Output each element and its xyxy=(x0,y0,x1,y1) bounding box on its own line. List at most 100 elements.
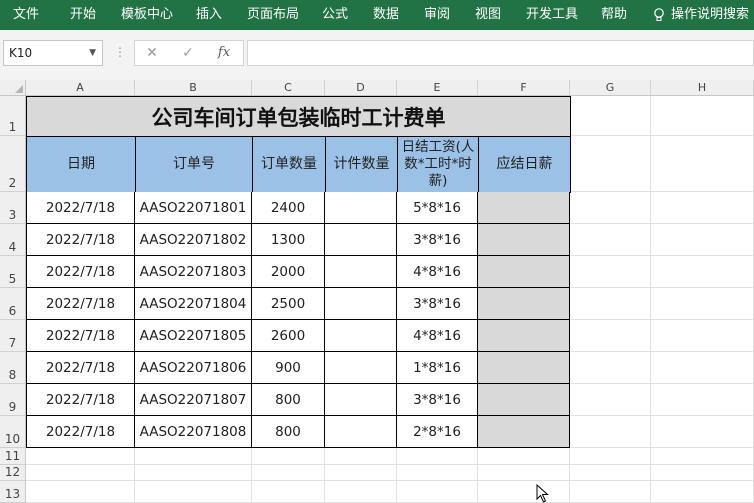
data-cell[interactable]: 1300 xyxy=(252,224,325,256)
ribbon-tab-3[interactable]: 插入 xyxy=(196,0,222,30)
data-cell[interactable]: 3*8*16 xyxy=(397,224,478,256)
tell-me-search[interactable]: 操作说明搜索 xyxy=(653,0,749,30)
ribbon-tab-9[interactable]: 开发工具 xyxy=(526,0,578,30)
name-box[interactable]: K10 ▼ xyxy=(3,40,103,66)
data-cell[interactable]: 900 xyxy=(252,352,325,384)
row-number: 1 xyxy=(8,120,17,134)
data-cell[interactable]: 5*8*16 xyxy=(397,192,478,224)
row-header-4[interactable]: 4 xyxy=(0,224,26,256)
data-cell[interactable]: 2*8*16 xyxy=(397,416,478,448)
ribbon-tab-5[interactable]: 公式 xyxy=(322,0,348,30)
data-cell[interactable]: 1*8*16 xyxy=(397,352,478,384)
sheet-title[interactable]: 公司车间订单包装临时工计费单 xyxy=(26,96,571,137)
ribbon-tab-0[interactable]: 文件 xyxy=(13,0,39,30)
data-cell[interactable]: AASO22071808 xyxy=(135,416,252,448)
data-cell[interactable]: 2400 xyxy=(252,192,325,224)
row-header-6[interactable]: 6 xyxy=(0,288,26,320)
data-cell[interactable] xyxy=(478,256,570,288)
select-all-button[interactable] xyxy=(0,80,26,96)
ribbon-tab-4[interactable]: 页面布局 xyxy=(247,0,299,30)
row-header-2[interactable]: 2 xyxy=(0,136,26,192)
ribbon-tab-6[interactable]: 数据 xyxy=(373,0,399,30)
column-label-1[interactable]: 订单号 xyxy=(135,136,253,193)
ribbon-tab-7[interactable]: 审阅 xyxy=(424,0,450,30)
row-header-10[interactable]: 10 xyxy=(0,416,26,448)
column-header-E[interactable]: E xyxy=(397,80,478,96)
data-cell[interactable]: AASO22071804 xyxy=(135,288,252,320)
data-cell[interactable] xyxy=(325,384,397,416)
data-cell[interactable] xyxy=(325,256,397,288)
data-cell[interactable]: AASO22071803 xyxy=(135,256,252,288)
data-cell[interactable]: 2022/7/18 xyxy=(26,352,135,384)
column-header-F[interactable]: F xyxy=(478,80,570,96)
row-header-7[interactable]: 7 xyxy=(0,320,26,352)
data-cell[interactable] xyxy=(325,416,397,448)
data-cell[interactable]: 2000 xyxy=(252,256,325,288)
more-icon[interactable]: ⋮ xyxy=(114,45,126,59)
insert-function-icon[interactable]: fx xyxy=(212,40,236,66)
data-cell[interactable]: AASO22071802 xyxy=(135,224,252,256)
data-cell[interactable]: 4*8*16 xyxy=(397,320,478,352)
data-cell[interactable] xyxy=(478,320,570,352)
data-cell[interactable]: 3*8*16 xyxy=(397,288,478,320)
data-cell[interactable]: AASO22071807 xyxy=(135,384,252,416)
data-cell[interactable] xyxy=(478,384,570,416)
data-cell[interactable]: 2022/7/18 xyxy=(26,256,135,288)
cancel-icon[interactable]: ✕ xyxy=(140,40,164,66)
column-label-0[interactable]: 日期 xyxy=(26,136,136,193)
chevron-down-icon[interactable]: ▼ xyxy=(89,41,96,65)
formula-input[interactable] xyxy=(247,40,754,66)
data-cell[interactable]: 2022/7/18 xyxy=(26,416,135,448)
column-header-G[interactable]: G xyxy=(570,80,651,96)
row-header-13[interactable]: 13 xyxy=(0,481,26,503)
row-number: 9 xyxy=(8,400,17,414)
data-cell[interactable]: 2022/7/18 xyxy=(26,288,135,320)
data-cell[interactable] xyxy=(325,352,397,384)
data-cell[interactable]: AASO22071801 xyxy=(135,192,252,224)
data-cell[interactable]: 2500 xyxy=(252,288,325,320)
data-cell[interactable]: AASO22071805 xyxy=(135,320,252,352)
column-header-D[interactable]: D xyxy=(325,80,397,96)
data-cell[interactable] xyxy=(478,288,570,320)
column-label-3[interactable]: 计件数量 xyxy=(325,136,398,193)
column-label-5[interactable]: 应结日薪 xyxy=(478,136,571,193)
data-cell[interactable]: 2022/7/18 xyxy=(26,384,135,416)
row-header-9[interactable]: 9 xyxy=(0,384,26,416)
data-cell[interactable] xyxy=(478,352,570,384)
ribbon-tab-8[interactable]: 视图 xyxy=(475,0,501,30)
data-cell[interactable] xyxy=(478,192,570,224)
data-cell[interactable] xyxy=(325,192,397,224)
column-label-2[interactable]: 订单数量 xyxy=(252,136,326,193)
data-cell[interactable]: AASO22071806 xyxy=(135,352,252,384)
column-header-B[interactable]: B xyxy=(135,80,252,96)
data-cell[interactable] xyxy=(478,224,570,256)
row-header-12[interactable]: 12 xyxy=(0,465,26,481)
ribbon-tab-10[interactable]: 帮助 xyxy=(601,0,627,30)
row-header-11[interactable]: 11 xyxy=(0,448,26,465)
row-header-8[interactable]: 8 xyxy=(0,352,26,384)
column-label-4[interactable]: 日结工资(人数*工时*时薪) xyxy=(397,136,479,193)
data-cell[interactable]: 2022/7/18 xyxy=(26,192,135,224)
column-header-C[interactable]: C xyxy=(252,80,325,96)
column-header-H[interactable]: H xyxy=(651,80,754,96)
worksheet-grid[interactable]: A B C D E F G H 1 2 3 4 5 6 7 8 9 10 11 12 13 公司车间订单包装临时工计费单日… xyxy=(0,80,754,503)
data-cell[interactable] xyxy=(478,416,570,448)
row-number: 12 xyxy=(4,465,21,479)
row-header-1[interactable]: 1 xyxy=(0,96,26,136)
data-cell[interactable]: 4*8*16 xyxy=(397,256,478,288)
data-cell[interactable]: 3*8*16 xyxy=(397,384,478,416)
data-cell[interactable]: 2022/7/18 xyxy=(26,320,135,352)
data-cell[interactable]: 2022/7/18 xyxy=(26,224,135,256)
data-cell[interactable] xyxy=(325,320,397,352)
data-cell[interactable] xyxy=(325,288,397,320)
enter-icon[interactable]: ✓ xyxy=(176,40,200,66)
column-header-A[interactable]: A xyxy=(26,80,135,96)
row-header-3[interactable]: 3 xyxy=(0,192,26,224)
ribbon-tab-1[interactable]: 开始 xyxy=(70,0,96,30)
data-cell[interactable] xyxy=(325,224,397,256)
data-cell[interactable]: 800 xyxy=(252,384,325,416)
data-cell[interactable]: 2600 xyxy=(252,320,325,352)
ribbon-tab-2[interactable]: 模板中心 xyxy=(121,0,173,30)
row-header-5[interactable]: 5 xyxy=(0,256,26,288)
data-cell[interactable]: 800 xyxy=(252,416,325,448)
